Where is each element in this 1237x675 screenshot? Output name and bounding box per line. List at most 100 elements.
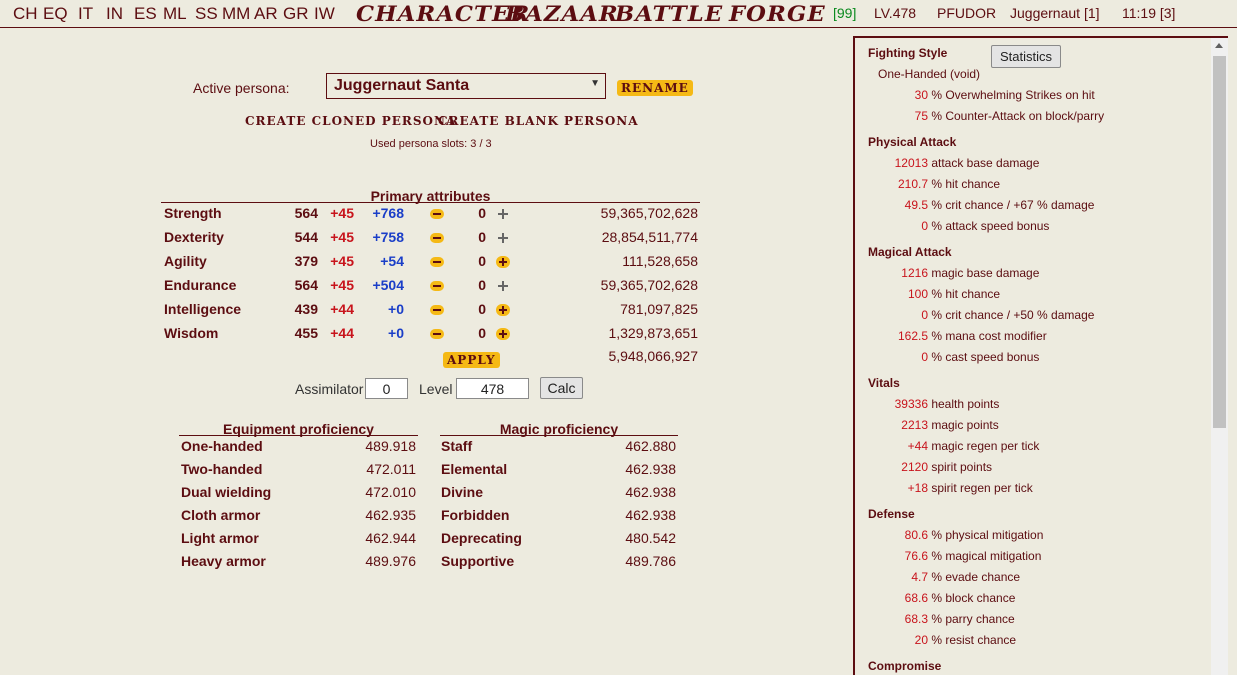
persona-slots-text: Used persona slots: 3 / 3 xyxy=(370,138,492,150)
stat-line: 30 % Overwhelming Strikes on hit xyxy=(868,88,1095,102)
nav-shortcut-eq[interactable]: EQ xyxy=(43,4,68,24)
attribute-equipment-bonus: +45 xyxy=(330,229,354,245)
rename-button[interactable]: RENAME xyxy=(617,80,693,96)
nav-shortcut-iw[interactable]: IW xyxy=(314,4,335,24)
proficiency-value: 462.938 xyxy=(625,507,676,523)
stat-line: 2213 magic points xyxy=(868,418,998,432)
proficiency-name: Cloth armor xyxy=(181,507,261,523)
equipment-proficiency-row: Heavy armor 489.976 xyxy=(181,551,416,573)
menu-bazaar[interactable]: BAZAAR xyxy=(505,1,619,26)
scroll-up-arrow-icon[interactable] xyxy=(1215,43,1223,48)
attribute-name: Endurance xyxy=(164,277,237,293)
stat-text: % cast speed bonus xyxy=(928,350,1040,364)
nav-shortcut-ar[interactable]: AR xyxy=(254,4,278,24)
stat-line: +44 magic regen per tick xyxy=(868,439,1040,453)
decrease-attribute-button[interactable] xyxy=(430,329,444,339)
attribute-exp-cost: 59,365,702,628 xyxy=(600,277,698,293)
decrease-attribute-button[interactable] xyxy=(430,233,444,243)
stat-value: 2120 xyxy=(901,460,928,474)
attribute-base: 544 xyxy=(294,229,318,245)
nav-shortcut-ss[interactable]: SS xyxy=(195,4,218,24)
increase-attribute-button[interactable] xyxy=(496,208,510,220)
nav-shortcut-mm[interactable]: MM xyxy=(222,4,250,24)
game-time: 11:19 [3] xyxy=(1122,5,1176,21)
stat-text: % Overwhelming Strikes on hit xyxy=(928,88,1095,102)
decrease-attribute-button[interactable] xyxy=(430,281,444,291)
magic-proficiency-row: Staff 462.880 xyxy=(441,436,676,458)
magic-proficiency-row: Elemental 462.938 xyxy=(441,459,676,481)
panel-scrollbar[interactable] xyxy=(1211,38,1228,675)
menu-forge[interactable]: FORGE xyxy=(729,1,826,26)
active-persona-label: Active persona: xyxy=(193,80,290,96)
magic-proficiency-row: Divine 462.938 xyxy=(441,482,676,504)
decrease-attribute-button[interactable] xyxy=(430,257,444,267)
scrollbar-thumb[interactable] xyxy=(1213,56,1226,428)
stat-line: 2120 spirit points xyxy=(868,460,992,474)
dropdown-arrow-icon: ▼ xyxy=(590,78,600,89)
stat-value: 100 xyxy=(907,287,928,301)
calc-button[interactable]: Calc xyxy=(540,377,583,399)
nav-shortcut-ml[interactable]: ML xyxy=(163,4,187,24)
statistics-button[interactable]: Statistics xyxy=(991,45,1061,68)
total-exp-cost: 5,948,066,927 xyxy=(608,348,698,364)
stat-value: 0 xyxy=(921,350,928,364)
decrease-attribute-button[interactable] xyxy=(430,305,444,315)
increase-attribute-button[interactable] xyxy=(496,328,510,340)
attribute-row: Intelligence 439 +44 +0 0 781,097,825 xyxy=(164,299,700,321)
proficiency-name: Staff xyxy=(441,438,473,454)
increase-attribute-button[interactable] xyxy=(496,232,510,244)
nav-shortcut-in[interactable]: IN xyxy=(106,4,123,24)
decrease-attribute-button[interactable] xyxy=(430,209,444,219)
proficiency-name: Elemental xyxy=(441,461,508,477)
increase-attribute-button[interactable] xyxy=(496,304,510,316)
stat-line: 49.5 % crit chance / +67 % damage xyxy=(868,198,1095,212)
nav-shortcut-es[interactable]: ES xyxy=(134,4,157,24)
persona-select[interactable]: Juggernaut Santa ▼ xyxy=(326,73,606,99)
stat-section-heading: Physical Attack xyxy=(868,135,957,149)
stat-text: magic base damage xyxy=(928,266,1040,280)
create-blank-persona-link[interactable]: CREATE BLANK PERSONA xyxy=(438,114,639,128)
attribute-increment-value: 0 xyxy=(478,301,486,317)
attribute-row: Endurance 564 +45 +504 0 59,365,702,628 xyxy=(164,275,700,297)
attribute-exp-cost: 781,097,825 xyxy=(620,301,698,317)
stat-line: +18 spirit regen per tick xyxy=(868,481,1033,495)
level-input[interactable]: 478 xyxy=(456,378,529,399)
notice-counter[interactable]: [99] xyxy=(833,5,856,21)
proficiency-value: 489.918 xyxy=(365,438,416,454)
nav-shortcut-ch[interactable]: CH xyxy=(13,4,38,24)
increase-attribute-button[interactable] xyxy=(496,256,510,268)
stat-value: +18 xyxy=(907,481,928,495)
stat-text: % resist chance xyxy=(928,633,1017,647)
equipment-proficiency-heading: Equipment proficiency xyxy=(179,421,418,437)
stat-value: 162.5 xyxy=(897,329,928,343)
stat-value: 0 xyxy=(921,308,928,322)
magic-proficiency-row: Supportive 489.786 xyxy=(441,551,676,573)
nav-shortcut-gr[interactable]: GR xyxy=(283,4,309,24)
nav-shortcut-it[interactable]: IT xyxy=(78,4,93,24)
stat-value: 75 xyxy=(914,109,928,123)
persona-selected-value: Juggernaut Santa xyxy=(334,77,470,94)
stat-line: 20 % resist chance xyxy=(868,633,1016,647)
attribute-equipment-bonus: +45 xyxy=(330,205,354,221)
stat-text: attack base damage xyxy=(928,156,1040,170)
stat-text: % crit chance / +50 % damage xyxy=(928,308,1095,322)
attribute-equipment-bonus: +45 xyxy=(330,253,354,269)
stat-line: 76.6 % magical mitigation xyxy=(868,549,1042,563)
proficiency-value: 472.010 xyxy=(365,484,416,500)
magic-proficiency-heading: Magic proficiency xyxy=(440,421,678,437)
stat-text: % hit chance xyxy=(928,287,1001,301)
create-cloned-persona-link[interactable]: CREATE CLONED PERSONA xyxy=(245,114,456,128)
stat-value: 0 xyxy=(921,219,928,233)
attribute-base: 379 xyxy=(294,253,318,269)
assimilator-input[interactable]: 0 xyxy=(365,378,408,399)
stat-text: % attack speed bonus xyxy=(928,219,1050,233)
increase-attribute-button[interactable] xyxy=(496,280,510,292)
apply-button[interactable]: APPLY xyxy=(443,352,500,368)
stat-value: +44 xyxy=(907,439,928,453)
proficiency-value: 489.976 xyxy=(365,553,416,569)
menu-battle[interactable]: BATTLE xyxy=(615,1,723,26)
stat-section-heading: Fighting Style xyxy=(868,46,948,60)
current-persona-label: Juggernaut [1] xyxy=(1010,5,1100,21)
attribute-row: Wisdom 455 +44 +0 0 1,329,873,651 xyxy=(164,323,700,345)
stat-value: 76.6 xyxy=(904,549,928,563)
